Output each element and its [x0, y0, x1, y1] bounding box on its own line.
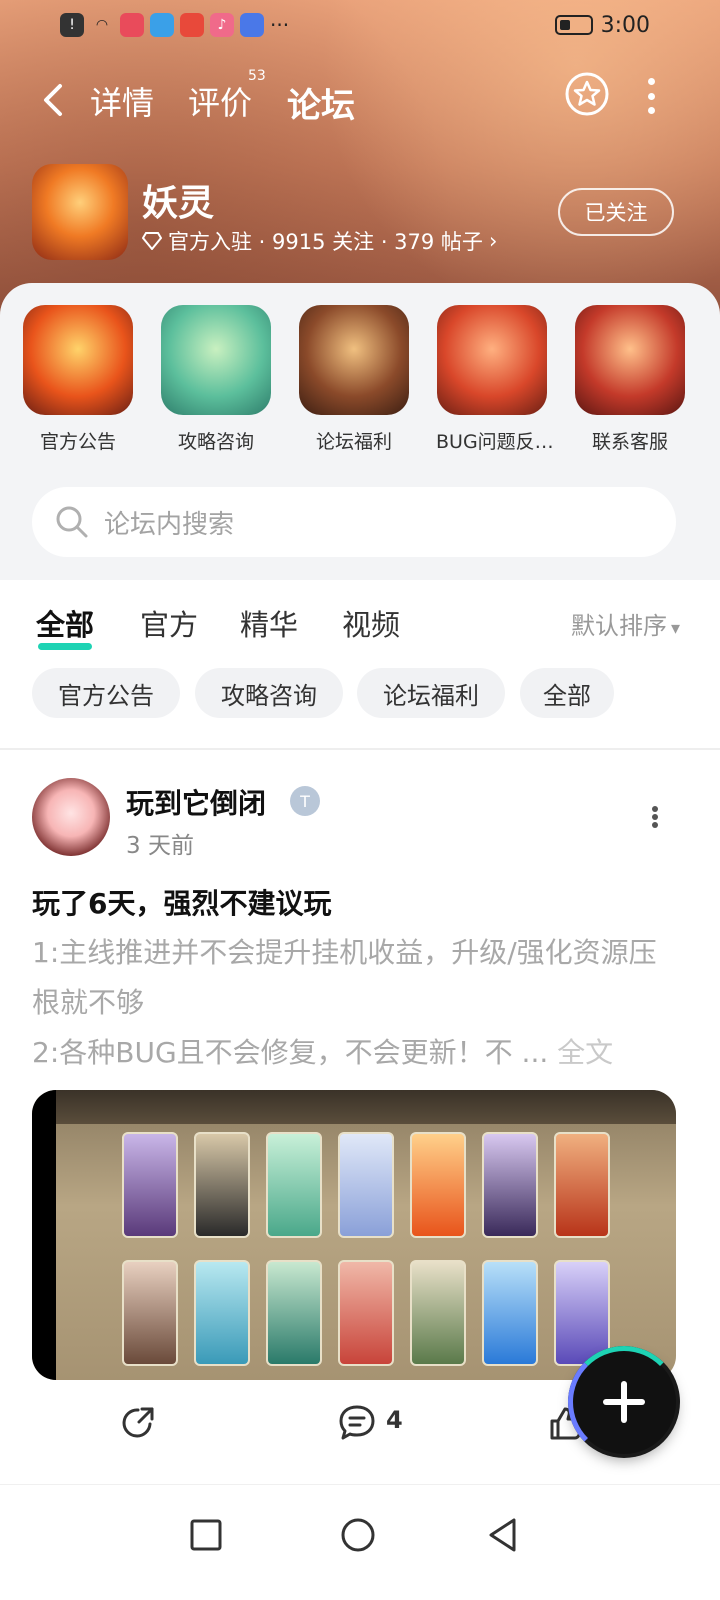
recent-apps-icon[interactable] — [184, 1513, 228, 1557]
app-icon — [120, 13, 144, 37]
guides-avatar — [161, 305, 271, 415]
home-icon[interactable] — [336, 1513, 380, 1557]
hero-card — [410, 1260, 466, 1366]
more-options-icon[interactable] — [643, 78, 659, 114]
chip-announcements[interactable]: 官方公告 — [32, 668, 180, 718]
hero-card — [122, 1132, 178, 1238]
game-name: 妖灵 — [142, 183, 215, 224]
comment-icon[interactable] — [336, 1402, 378, 1444]
post-more-options-icon[interactable] — [650, 806, 660, 828]
post-body-line2-text: 2:各种BUG且不会修复，不会更新！不 ... — [32, 1036, 549, 1069]
hero-card — [194, 1132, 250, 1238]
post-image[interactable] — [32, 1090, 676, 1380]
hero-card — [266, 1260, 322, 1366]
game-icon — [32, 164, 128, 260]
top-nav: 详情 评价 论坛 — [0, 70, 720, 131]
quick-link-bug-report[interactable]: BUG问题反… — [436, 305, 554, 454]
hero-card — [482, 1132, 538, 1238]
quick-link-label: BUG问题反… — [436, 431, 554, 453]
hero-card — [266, 1132, 322, 1238]
quick-link-guides[interactable]: 攻略咨询 — [160, 305, 272, 454]
post-title[interactable]: 玩了6天，强烈不建议玩 — [32, 882, 331, 922]
quick-link-label: 攻略咨询 — [177, 431, 254, 453]
author-avatar[interactable] — [32, 778, 110, 856]
hero-card — [338, 1260, 394, 1366]
wifi-icon: ◠ — [95, 17, 109, 33]
tab-details[interactable]: 详情 — [90, 78, 154, 124]
category-chips: 官方公告 攻略咨询 论坛福利 全部 — [0, 668, 720, 748]
sort-dropdown[interactable]: 默认排序 — [571, 606, 680, 641]
game-meta[interactable]: 官方入驻 · 9915 关注 · 379 帖子 › — [142, 226, 497, 256]
hero-card — [194, 1260, 250, 1366]
announcements-avatar — [23, 305, 133, 415]
tab-video[interactable]: 视频 — [342, 602, 400, 644]
tab-official[interactable]: 官方 — [140, 602, 198, 644]
favorite-star-icon[interactable] — [565, 72, 609, 116]
more-notifications-icon: ··· — [270, 13, 290, 37]
hero-card — [482, 1260, 538, 1366]
plus-icon — [603, 1381, 645, 1423]
tab-reviews[interactable]: 评价 — [188, 78, 252, 124]
tab-forum[interactable]: 论坛 — [281, 78, 361, 131]
search-input[interactable]: 论坛内搜索 — [32, 487, 676, 557]
author-level-badge-icon: T — [290, 786, 320, 816]
image-edge — [32, 1090, 56, 1380]
quick-link-welfare[interactable]: 论坛福利 — [298, 305, 410, 454]
quick-link-customer-service[interactable]: 联系客服 — [574, 305, 686, 454]
read-all-link[interactable]: 全文 — [557, 1036, 613, 1069]
quick-link-announcements[interactable]: 官方公告 — [22, 305, 134, 454]
hero-card — [122, 1260, 178, 1366]
follow-button[interactable]: 已关注 — [558, 188, 674, 236]
customer-service-avatar — [575, 305, 685, 415]
browser-icon — [240, 13, 264, 37]
chevron-right-icon: › — [488, 229, 498, 253]
chip-guides[interactable]: 攻略咨询 — [195, 668, 343, 718]
filter-tabs: 全部 官方 精华 视频 默认排序 — [0, 580, 720, 670]
quick-link-label: 官方公告 — [39, 431, 116, 453]
search-placeholder: 论坛内搜索 — [104, 509, 235, 540]
welfare-avatar — [299, 305, 409, 415]
divider — [0, 748, 720, 750]
tab-featured[interactable]: 精华 — [240, 602, 298, 644]
battery-icon — [554, 15, 593, 35]
back-icon[interactable] — [40, 82, 66, 118]
chip-welfare[interactable]: 论坛福利 — [357, 668, 505, 718]
share-icon[interactable] — [120, 1404, 158, 1442]
comment-count: 4 — [386, 1406, 403, 1434]
reviews-count-badge: 53 — [248, 68, 266, 84]
chip-all[interactable]: 全部 — [520, 668, 614, 718]
quick-links-panel: 官方公告 攻略咨询 论坛福利 BUG问题反… 联系客服 论坛内搜索 — [0, 283, 720, 580]
back-nav-icon[interactable] — [482, 1513, 526, 1557]
search-icon — [56, 506, 88, 538]
system-nav-bar — [0, 1484, 720, 1600]
image-game-topbar — [56, 1090, 676, 1124]
post-time: 3 天前 — [126, 833, 194, 859]
hero-card — [554, 1132, 610, 1238]
status-icons: ! ◠ ♪ ··· — [60, 13, 289, 37]
quick-link-label: 论坛福利 — [315, 431, 392, 453]
game-meta-text: 官方入驻 · 9915 关注 · 379 帖子 — [168, 230, 483, 254]
author-name[interactable]: 玩到它倒闭 — [126, 782, 266, 822]
alert-icon: ! — [60, 13, 84, 37]
post-body-line: 1:主线推进并不会提升挂机收益，升级/强化资源压根就不够 — [32, 936, 657, 1019]
diamond-icon — [142, 232, 162, 250]
book-icon — [150, 13, 174, 37]
post-body-line-2: 2:各种BUG且不会修复，不会更新！不 ... 全文 — [32, 1028, 682, 1078]
shop-icon — [180, 13, 204, 37]
hero-card — [338, 1132, 394, 1238]
tab-all[interactable]: 全部 — [36, 602, 94, 650]
post-body[interactable]: 1:主线推进并不会提升挂机收益，升级/强化资源压根就不够 2:各种BUG且不会修… — [32, 928, 682, 1078]
bug-report-avatar — [437, 305, 547, 415]
hero-card — [410, 1132, 466, 1238]
clock: 3:00 — [600, 12, 650, 38]
create-post-button[interactable] — [568, 1346, 680, 1458]
music-icon: ♪ — [210, 13, 234, 37]
quick-link-label: 联系客服 — [591, 431, 668, 453]
status-bar: ! ◠ ♪ ··· 3:00 — [60, 10, 650, 40]
